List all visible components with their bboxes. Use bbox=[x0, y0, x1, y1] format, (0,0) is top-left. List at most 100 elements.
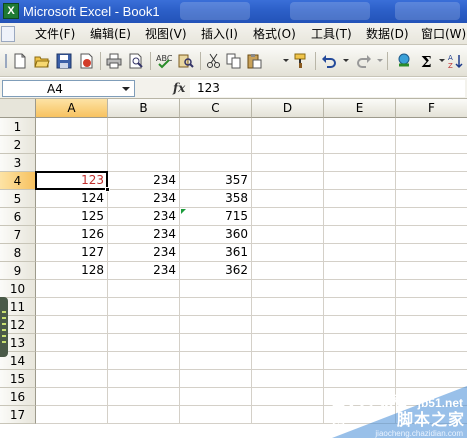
insert-function-icon[interactable]: fx bbox=[173, 81, 185, 95]
menu-file[interactable]: 文件(F) bbox=[35, 27, 75, 41]
column-header-f[interactable]: F bbox=[396, 99, 467, 118]
menu-insert[interactable]: 插入(I) bbox=[201, 27, 238, 41]
cell-c10[interactable] bbox=[180, 280, 252, 298]
cell-b16[interactable] bbox=[108, 388, 180, 406]
cell-d1[interactable] bbox=[252, 118, 324, 136]
cell-a7[interactable]: 126 bbox=[36, 226, 108, 244]
row-header-16[interactable]: 16 bbox=[0, 388, 36, 406]
cell-c7[interactable]: 360 bbox=[180, 226, 252, 244]
cell-d2[interactable] bbox=[252, 136, 324, 154]
cell-b12[interactable] bbox=[108, 316, 180, 334]
cell-e9[interactable] bbox=[324, 262, 396, 280]
open-icon[interactable] bbox=[34, 53, 50, 69]
cell-d11[interactable] bbox=[252, 298, 324, 316]
cell-a11[interactable] bbox=[36, 298, 108, 316]
menu-window[interactable]: 窗口(W) bbox=[421, 27, 466, 41]
excel-app-icon[interactable]: X bbox=[3, 3, 19, 19]
select-all-corner[interactable] bbox=[0, 99, 36, 118]
cell-b11[interactable] bbox=[108, 298, 180, 316]
row-header-4[interactable]: 4 bbox=[0, 172, 36, 190]
name-box[interactable]: A4 bbox=[2, 80, 135, 97]
cell-d9[interactable] bbox=[252, 262, 324, 280]
cell-c6[interactable]: 715 bbox=[180, 208, 252, 226]
cell-f9[interactable] bbox=[396, 262, 467, 280]
cell-b5[interactable]: 234 bbox=[108, 190, 180, 208]
sort-ascending-icon[interactable]: AZ bbox=[448, 53, 464, 69]
chevron-down-icon[interactable] bbox=[118, 81, 134, 96]
undo-icon[interactable] bbox=[321, 53, 337, 69]
cell-c13[interactable] bbox=[180, 334, 252, 352]
cell-c15[interactable] bbox=[180, 370, 252, 388]
menu-edit[interactable]: 编辑(E) bbox=[90, 27, 131, 41]
cell-f11[interactable] bbox=[396, 298, 467, 316]
cell-a9[interactable]: 128 bbox=[36, 262, 108, 280]
cell-e4[interactable] bbox=[324, 172, 396, 190]
cell-b17[interactable] bbox=[108, 406, 180, 424]
row-header-7[interactable]: 7 bbox=[0, 226, 36, 244]
cell-f12[interactable] bbox=[396, 316, 467, 334]
cell-f3[interactable] bbox=[396, 154, 467, 172]
cell-a14[interactable] bbox=[36, 352, 108, 370]
column-header-e[interactable]: E bbox=[324, 99, 396, 118]
redo-dropdown-icon[interactable] bbox=[377, 59, 383, 62]
cell-c1[interactable] bbox=[180, 118, 252, 136]
cell-f14[interactable] bbox=[396, 352, 467, 370]
cell-a17[interactable] bbox=[36, 406, 108, 424]
cell-c5[interactable]: 358 bbox=[180, 190, 252, 208]
menu-data[interactable]: 数据(D) bbox=[366, 27, 409, 41]
column-header-c[interactable]: C bbox=[180, 99, 252, 118]
redo-icon[interactable] bbox=[356, 53, 372, 69]
cell-c4[interactable]: 357 bbox=[180, 172, 252, 190]
paste-dropdown-icon[interactable] bbox=[283, 59, 289, 62]
format-painter-icon[interactable] bbox=[293, 53, 309, 69]
cell-e3[interactable] bbox=[324, 154, 396, 172]
cell-a6[interactable]: 125 bbox=[36, 208, 108, 226]
cell-d10[interactable] bbox=[252, 280, 324, 298]
autosum-dropdown-icon[interactable] bbox=[439, 59, 445, 62]
toolbar-grip-icon[interactable] bbox=[4, 54, 8, 68]
cell-b3[interactable] bbox=[108, 154, 180, 172]
cell-a8[interactable]: 127 bbox=[36, 244, 108, 262]
menu-format[interactable]: 格式(O) bbox=[253, 27, 296, 41]
column-header-a[interactable]: A bbox=[36, 99, 108, 118]
autosum-icon[interactable]: Σ bbox=[420, 53, 436, 69]
cell-d7[interactable] bbox=[252, 226, 324, 244]
row-header-10[interactable]: 10 bbox=[0, 280, 36, 298]
cell-f10[interactable] bbox=[396, 280, 467, 298]
cell-b13[interactable] bbox=[108, 334, 180, 352]
cell-e1[interactable] bbox=[324, 118, 396, 136]
new-icon[interactable] bbox=[12, 53, 28, 69]
column-header-b[interactable]: B bbox=[108, 99, 180, 118]
cell-f8[interactable] bbox=[396, 244, 467, 262]
row-header-6[interactable]: 6 bbox=[0, 208, 36, 226]
cell-b10[interactable] bbox=[108, 280, 180, 298]
undo-dropdown-icon[interactable] bbox=[343, 59, 349, 62]
permission-icon[interactable] bbox=[78, 53, 94, 69]
cell-a3[interactable] bbox=[36, 154, 108, 172]
cell-e7[interactable] bbox=[324, 226, 396, 244]
cell-e5[interactable] bbox=[324, 190, 396, 208]
cell-b6[interactable]: 234 bbox=[108, 208, 180, 226]
cell-d15[interactable] bbox=[252, 370, 324, 388]
menu-grip-icon[interactable] bbox=[1, 26, 15, 42]
cell-b14[interactable] bbox=[108, 352, 180, 370]
cell-b2[interactable] bbox=[108, 136, 180, 154]
cell-e10[interactable] bbox=[324, 280, 396, 298]
cell-b7[interactable]: 234 bbox=[108, 226, 180, 244]
cell-a2[interactable] bbox=[36, 136, 108, 154]
cell-c12[interactable] bbox=[180, 316, 252, 334]
cell-f1[interactable] bbox=[396, 118, 467, 136]
cell-c16[interactable] bbox=[180, 388, 252, 406]
cell-e6[interactable] bbox=[324, 208, 396, 226]
menu-view[interactable]: 视图(V) bbox=[145, 27, 187, 41]
side-drag-handle[interactable] bbox=[0, 297, 8, 357]
cell-e12[interactable] bbox=[324, 316, 396, 334]
spelling-icon[interactable]: ABC bbox=[156, 53, 172, 69]
cell-c8[interactable]: 361 bbox=[180, 244, 252, 262]
cell-c3[interactable] bbox=[180, 154, 252, 172]
column-header-d[interactable]: D bbox=[252, 99, 324, 118]
cell-e8[interactable] bbox=[324, 244, 396, 262]
cell-d16[interactable] bbox=[252, 388, 324, 406]
paste-icon[interactable] bbox=[246, 53, 262, 69]
cell-a13[interactable] bbox=[36, 334, 108, 352]
